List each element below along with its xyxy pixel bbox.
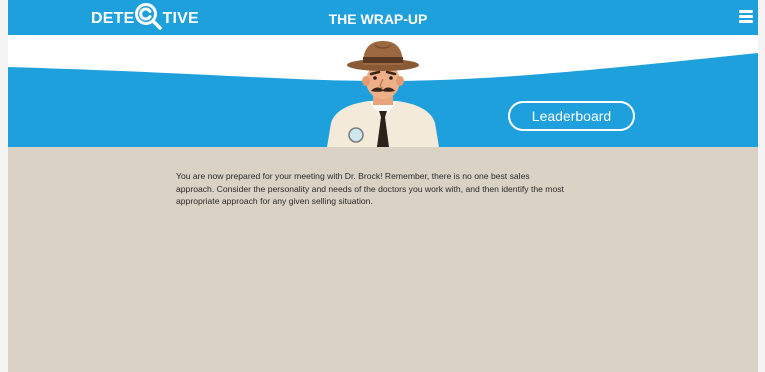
magnifying-glass-icon bbox=[133, 1, 163, 31]
detective-character-illustration bbox=[327, 41, 439, 147]
hamburger-menu-icon[interactable] bbox=[739, 10, 753, 23]
logo-text-right: TIVE bbox=[162, 10, 199, 27]
logo-text-left: DETE bbox=[91, 10, 135, 27]
detective-logo[interactable]: DETE TIVE bbox=[91, 3, 199, 30]
top-nav-bar: DETE TIVE THE WRAP-UP bbox=[8, 0, 758, 35]
page: DETE TIVE THE WRAP-UP Leaderboard You ar… bbox=[8, 0, 758, 372]
hero-banner: Leaderboard bbox=[8, 35, 758, 147]
wrap-up-message: You are now prepared for your meeting wi… bbox=[176, 171, 564, 206]
leaderboard-button[interactable]: Leaderboard bbox=[508, 101, 635, 131]
page-title: THE WRAP-UP bbox=[328, 11, 428, 27]
